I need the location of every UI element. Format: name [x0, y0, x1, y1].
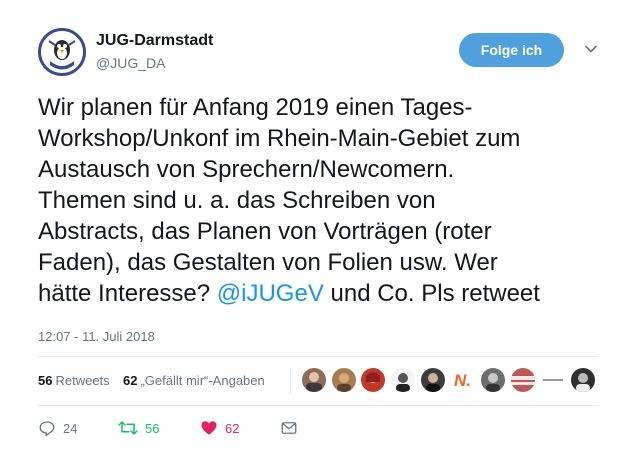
- retweets-stat[interactable]: 56 Retweets: [38, 373, 110, 388]
- retweet-count: 56: [145, 420, 160, 436]
- divider: [38, 356, 598, 357]
- like-count: 62: [225, 420, 240, 436]
- liker-avatar[interactable]: [332, 368, 356, 392]
- liker-avatar[interactable]: [421, 368, 445, 392]
- user-handle[interactable]: @JUG_DA: [96, 55, 165, 71]
- tweet-stats: 56 Retweets 62 „Gefällt mir“-Angaben N.: [38, 366, 598, 396]
- stats-separator: [290, 368, 291, 394]
- user-avatar[interactable]: [38, 28, 86, 76]
- reply-count: 24: [63, 420, 78, 436]
- chevron-down-icon[interactable]: [584, 42, 598, 56]
- retweet-icon: [118, 421, 138, 435]
- jug-logo-icon: [41, 31, 83, 73]
- follow-button[interactable]: Folge ich: [459, 33, 564, 67]
- retweets-label: Retweets: [55, 373, 110, 388]
- divider: [38, 405, 598, 406]
- liker-avatar[interactable]: [511, 368, 535, 392]
- tweet-text-body: Wir planen für Anfang 2019 einen Tages- …: [38, 94, 521, 307]
- reply-button[interactable]: 24: [38, 417, 77, 439]
- tweet-header: JUG-Darmstadt @JUG_DA Folge ich: [38, 26, 598, 78]
- tweet-text-tail: und Co. Pls retweet: [323, 280, 540, 307]
- like-button[interactable]: 62: [200, 417, 239, 439]
- tweet-text: Wir planen für Anfang 2019 einen Tages- …: [38, 92, 603, 309]
- retweets-count: 56: [38, 373, 53, 388]
- tweet-timestamp[interactable]: 12:07 - 11. Juli 2018: [38, 329, 155, 344]
- likes-label: „Gefällt mir“-Angaben: [140, 373, 265, 388]
- direct-message-button[interactable]: [280, 417, 298, 439]
- liker-avatar[interactable]: [571, 368, 595, 392]
- liker-avatar[interactable]: [361, 368, 385, 392]
- liker-avatar[interactable]: [541, 368, 565, 392]
- mention-link[interactable]: @iJUGeV: [217, 280, 324, 307]
- reply-icon: [39, 421, 55, 437]
- liker-avatar[interactable]: N.: [451, 368, 475, 392]
- likes-count: 62: [123, 373, 138, 388]
- liker-avatar[interactable]: [481, 368, 505, 392]
- svg-text:N.: N.: [454, 371, 471, 390]
- likes-stat[interactable]: 62 „Gefällt mir“-Angaben: [123, 373, 265, 388]
- tweet-actions: 24 56 62: [38, 417, 598, 441]
- retweet-button[interactable]: 56: [118, 417, 159, 439]
- liker-avatar[interactable]: [302, 368, 326, 392]
- liker-avatar[interactable]: [391, 368, 415, 392]
- envelope-icon: [281, 422, 297, 434]
- heart-icon: [201, 421, 217, 435]
- user-name[interactable]: JUG-Darmstadt: [96, 32, 213, 50]
